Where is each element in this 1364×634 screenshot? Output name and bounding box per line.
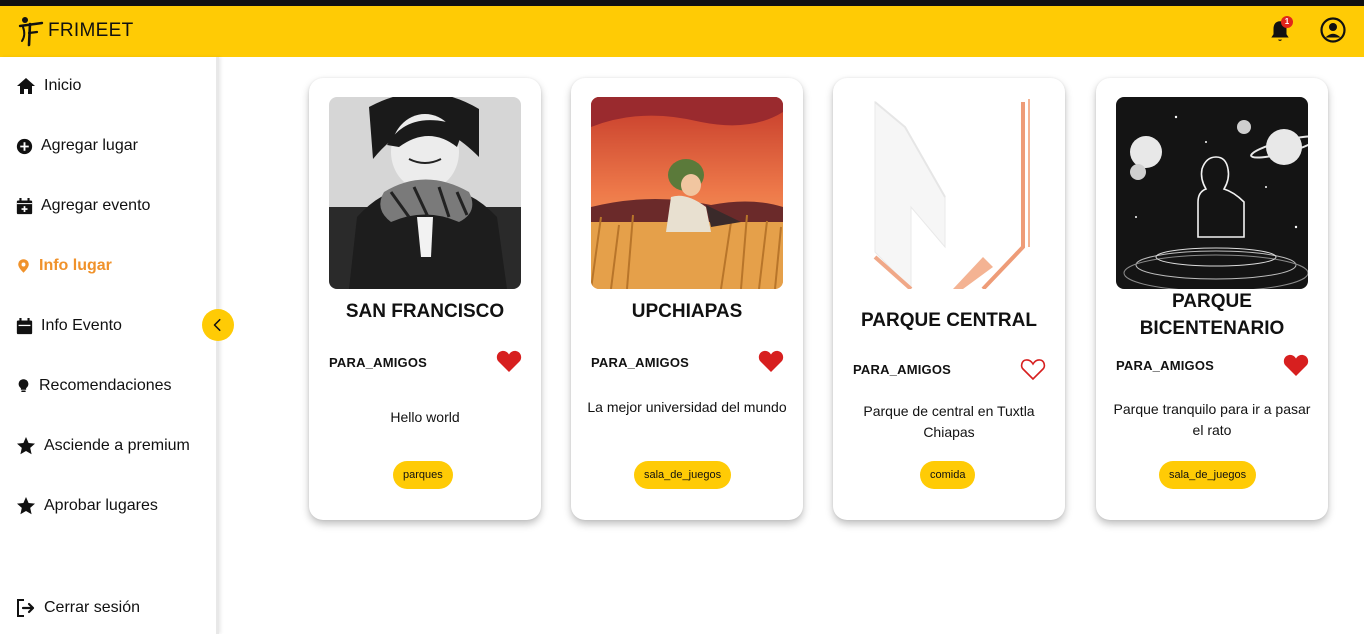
- calendar-plus-icon: [16, 197, 33, 214]
- logout-icon: [17, 599, 35, 617]
- calendar-icon: [16, 317, 33, 334]
- app-logo[interactable]: FRIMEET: [18, 15, 134, 47]
- sidebar-item-asciende-premium[interactable]: Asciende a premium: [16, 434, 190, 458]
- plus-circle-icon: [16, 138, 33, 154]
- place-title: PARQUE CENTRAL: [861, 310, 1037, 331]
- sidebar-item-label: Aprobar lugares: [44, 497, 158, 514]
- app-name: FRIMEET: [48, 20, 134, 41]
- place-tag[interactable]: sala_de_juegos: [634, 461, 732, 489]
- place-image: [853, 97, 1045, 289]
- star-icon: [17, 437, 35, 455]
- place-category: PARA_AMIGOS: [1116, 358, 1215, 373]
- place-tag[interactable]: sala_de_juegos: [1159, 461, 1257, 489]
- place-image: [329, 97, 521, 289]
- lightbulb-icon: [18, 379, 29, 392]
- frimeet-logo-icon: [18, 17, 44, 47]
- place-card[interactable]: UPCHIAPAS PARA_AMIGOS La mejor universid…: [571, 78, 803, 520]
- location-pin-icon: [18, 259, 29, 273]
- place-title: SAN FRANCISCO: [345, 301, 505, 322]
- sidebar-item-info-evento[interactable]: Info Evento: [16, 314, 122, 338]
- sidebar-item-inicio[interactable]: Inicio: [16, 74, 81, 98]
- place-description: Parque de central en Tuxtla Chiapas: [863, 403, 1035, 440]
- heart-filled-icon[interactable]: [496, 349, 522, 373]
- collapse-sidebar-button[interactable]: [202, 309, 234, 341]
- notification-badge: 1: [1281, 16, 1293, 28]
- place-category: PARA_AMIGOS: [329, 355, 428, 370]
- home-icon: [17, 78, 35, 94]
- heart-outline-icon[interactable]: [1020, 357, 1046, 381]
- sidebar-item-label: Inicio: [44, 77, 82, 94]
- sidebar-item-label: Info Evento: [41, 317, 122, 334]
- place-description: Parque tranquilo para ir a pasar el rato: [1113, 401, 1311, 438]
- sidebar-item-aprobar-lugares[interactable]: Aprobar lugares: [16, 494, 158, 518]
- sidebar-item-label: Asciende a premium: [44, 437, 190, 454]
- heart-filled-icon[interactable]: [758, 349, 784, 373]
- place-category: PARA_AMIGOS: [591, 355, 690, 370]
- sidebar-item-label: Agregar evento: [41, 197, 151, 214]
- sidebar-item-label: Recomendaciones: [39, 377, 172, 394]
- logout-button[interactable]: Cerrar sesión: [16, 596, 140, 620]
- place-description: La mejor universidad del mundo: [587, 399, 787, 415]
- star-icon: [17, 497, 35, 515]
- sidebar-item-label: Info lugar: [39, 257, 112, 274]
- heart-filled-icon[interactable]: [1283, 353, 1309, 377]
- sidebar-item-agregar-lugar[interactable]: Agregar lugar: [16, 134, 138, 158]
- sidebar: Inicio Agregar lugar Agregar evento Info…: [0, 57, 219, 634]
- place-image: [591, 97, 783, 289]
- sidebar-item-recomendaciones[interactable]: Recomendaciones: [16, 374, 172, 398]
- place-category: PARA_AMIGOS: [853, 362, 952, 377]
- place-tag[interactable]: parques: [393, 461, 453, 489]
- sidebar-item-info-lugar[interactable]: Info lugar: [16, 254, 112, 278]
- place-tag[interactable]: comida: [920, 461, 976, 489]
- sidebar-item-label: Agregar lugar: [41, 137, 138, 154]
- place-image: [1116, 97, 1308, 289]
- chevron-left-icon: [213, 318, 221, 332]
- profile-icon[interactable]: [1320, 17, 1346, 43]
- place-description: Hello world: [390, 409, 460, 425]
- place-card[interactable]: PARQUE BICENTENARIO PARA_AMIGOS Parque t…: [1096, 78, 1328, 520]
- place-card[interactable]: SAN FRANCISCO PARA_AMIGOS Hello world pa…: [309, 78, 541, 520]
- app-header: FRIMEET 1: [0, 6, 1364, 57]
- sidebar-item-agregar-evento[interactable]: Agregar evento: [16, 194, 150, 218]
- logout-label: Cerrar sesión: [44, 599, 141, 616]
- place-title: PARQUE BICENTENARIO: [1139, 291, 1285, 339]
- place-title: UPCHIAPAS: [631, 301, 743, 322]
- place-card[interactable]: PARQUE CENTRAL PARA_AMIGOS Parque de cen…: [833, 78, 1065, 520]
